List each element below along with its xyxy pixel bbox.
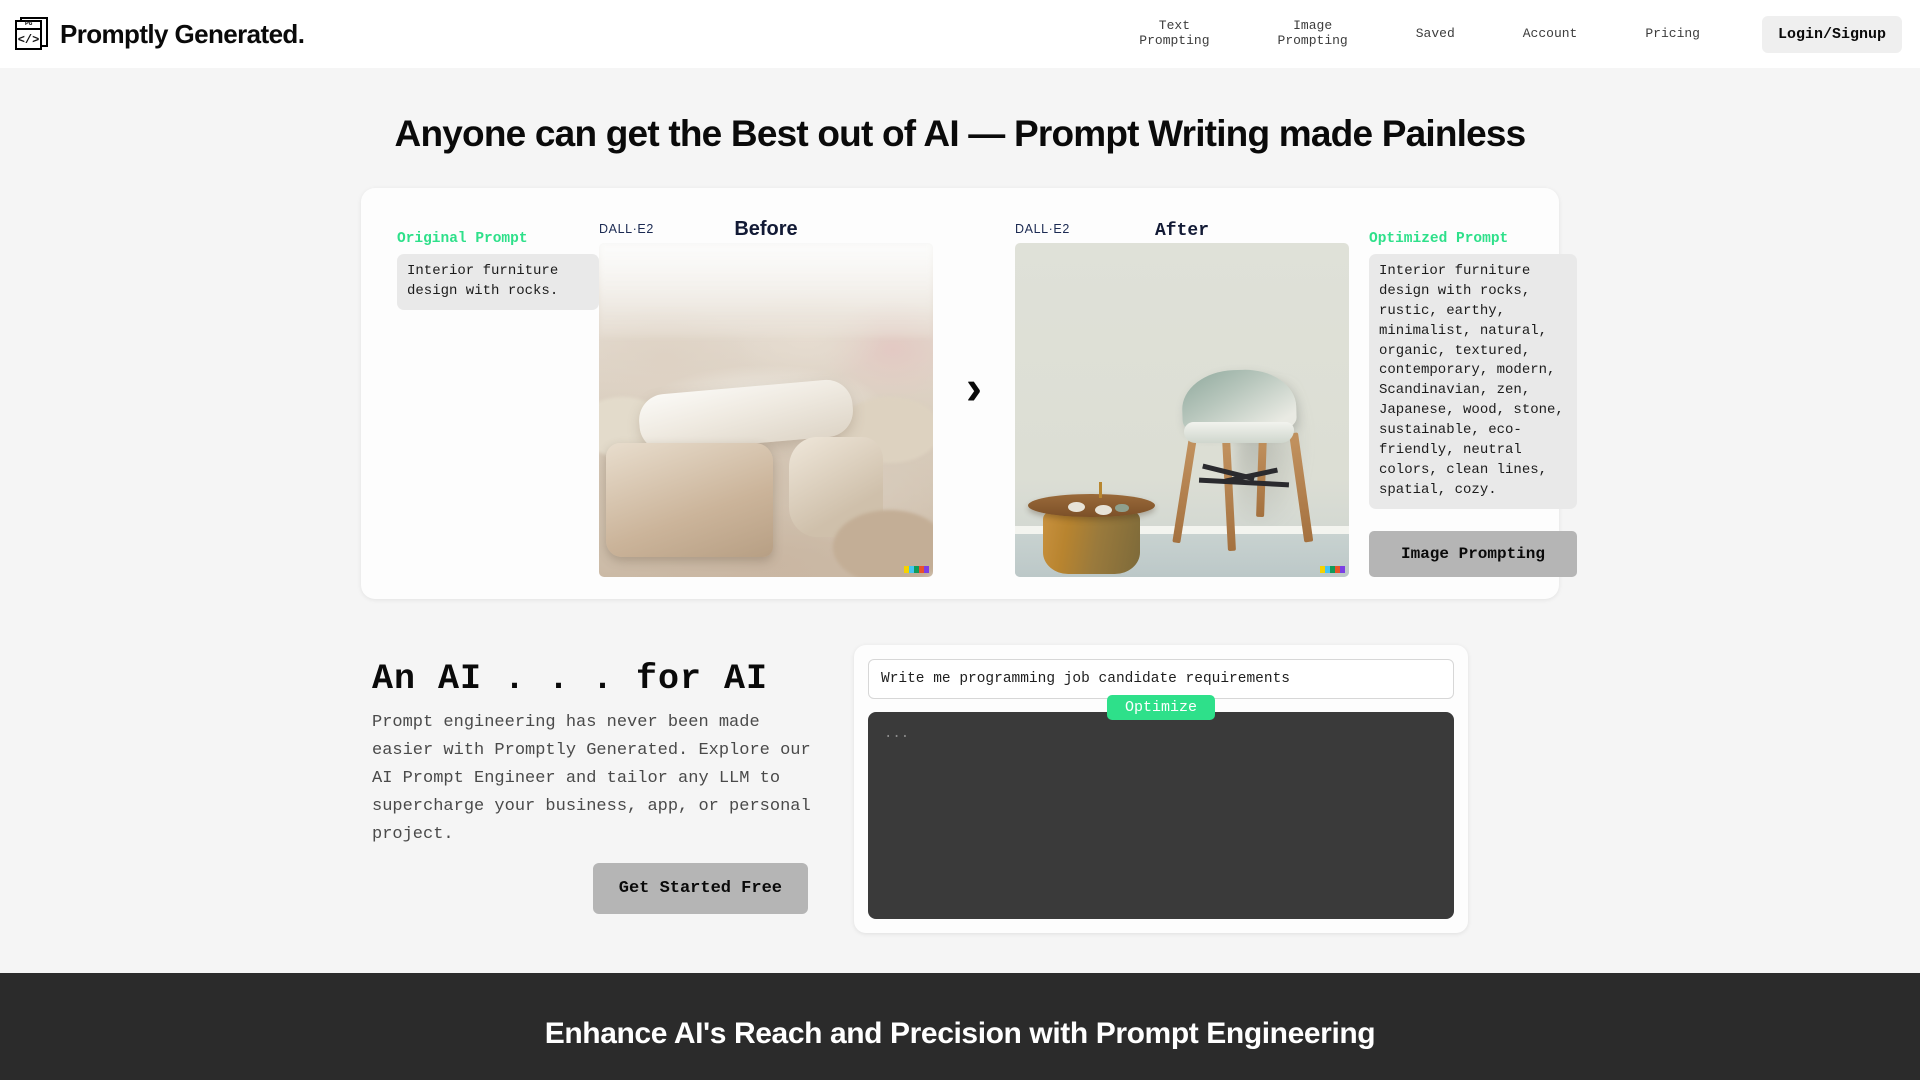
after-label: After <box>1154 221 1209 241</box>
prompt-output-box: ... <box>868 712 1454 919</box>
top-navbar: PG </> Promptly Generated. Text Promptin… <box>0 0 1920 68</box>
ai-for-ai-section: An AI . . . for AI Prompt engineering ha… <box>360 645 1560 933</box>
nav-item-saved[interactable]: Saved <box>1382 21 1489 48</box>
ai-section-copy: An AI . . . for AI Prompt engineering ha… <box>372 645 812 915</box>
before-generated-image <box>599 243 933 577</box>
prompt-input[interactable] <box>868 659 1454 699</box>
ai-section-body: Prompt engineering has never been made e… <box>372 713 811 845</box>
original-prompt-label: Original Prompt <box>397 231 528 247</box>
page-title: Anyone can get the Best out of AI — Prom… <box>394 113 1527 154</box>
before-image-column: DALL·E2 Before <box>599 210 933 577</box>
original-prompt-column: Original Prompt Interior furniture desig… <box>379 210 599 310</box>
get-started-free-button[interactable]: Get Started Free <box>592 863 808 915</box>
logo-badge-text: PG <box>24 19 33 27</box>
login-signup-button[interactable]: Login/Signup <box>1761 15 1902 53</box>
logo-code-text: </> <box>17 33 40 47</box>
after-generated-image <box>1015 243 1349 577</box>
optimized-prompt-column: Optimized Prompt Interior furniture desi… <box>1369 210 1577 577</box>
original-prompt-text: Interior furniture design with rocks. <box>397 254 599 310</box>
brand-name: Promptly Generated. <box>60 18 305 49</box>
after-image-column: DALL·E2 After <box>1015 210 1349 577</box>
brand-logo-link[interactable]: PG </> Promptly Generated. <box>14 16 305 52</box>
dalle-watermark-after <box>1320 566 1345 573</box>
image-prompting-button[interactable]: Image Prompting <box>1369 530 1577 577</box>
enhance-reach-section: Enhance AI's Reach and Precision with Pr… <box>0 973 1920 1080</box>
compare-arrow-icon: › <box>966 362 982 415</box>
optimized-prompt-text: Interior furniture design with rocks, ru… <box>1369 254 1577 509</box>
optimize-button[interactable]: Optimize <box>1106 695 1216 720</box>
nav-item-account[interactable]: Account <box>1489 21 1612 48</box>
nav-links: Text Prompting Image Prompting Saved Acc… <box>1105 13 1902 55</box>
dalle-watermark-before <box>904 566 929 573</box>
prompt-playground-card: Optimize ... <box>854 645 1468 933</box>
nav-item-image-prompting[interactable]: Image Prompting <box>1244 13 1382 55</box>
nav-item-pricing[interactable]: Pricing <box>1611 21 1734 48</box>
before-after-compare-card: Original Prompt Interior furniture desig… <box>361 188 1577 599</box>
before-label: Before <box>734 218 798 240</box>
nav-item-text-prompting[interactable]: Text Prompting <box>1105 13 1243 55</box>
dark-section-title: Enhance AI's Reach and Precision with Pr… <box>544 1017 1376 1050</box>
app-logo-icon: PG </> <box>14 16 50 52</box>
optimized-prompt-label: Optimized Prompt <box>1369 231 1509 247</box>
ai-section-heading: An AI . . . for AI <box>372 659 769 699</box>
